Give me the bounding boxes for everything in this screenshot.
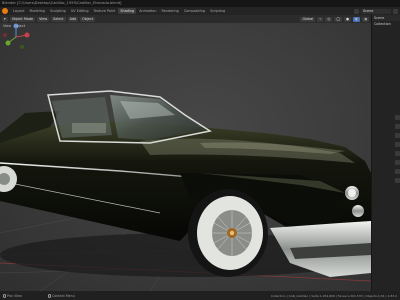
scene-statistics: Collection | CAR_Cadillac | Verts:1,254,… — [270, 293, 397, 298]
scene-controls: Scene — [354, 8, 398, 14]
tab-uv-editing[interactable]: UV Editing — [69, 8, 91, 14]
scene-props-icon[interactable] — [395, 142, 400, 147]
tab-shading[interactable]: Shading — [118, 8, 137, 14]
viewport-subheader: View Object — [0, 23, 40, 29]
editor-type-icon[interactable]: ▾ — [2, 16, 8, 22]
menu-object[interactable]: Object — [80, 16, 96, 22]
tab-layout[interactable]: Layout — [11, 8, 27, 14]
window-title: Blender [C:\Users\Desktop\Cadillac_1959\… — [0, 0, 400, 7]
overlays-icon[interactable]: ◎ — [325, 16, 333, 22]
status-hint-pan: Pan View — [7, 293, 22, 298]
headlight-inner — [348, 189, 356, 197]
wireframe-shading-icon[interactable]: ◯ — [334, 16, 343, 22]
sub-object[interactable]: Object — [14, 23, 25, 29]
tab-rendering[interactable]: Rendering — [159, 8, 180, 14]
tab-sculpting[interactable]: Sculpting — [48, 8, 68, 14]
headlight-lower — [352, 205, 364, 217]
menu-select[interactable]: Select — [51, 16, 66, 22]
tab-compositing[interactable]: Compositing — [182, 8, 207, 14]
car-render — [0, 90, 371, 291]
outliner-panel: Scene Collection — [371, 15, 400, 291]
snap-icon[interactable]: ⌁ — [317, 16, 324, 22]
material-preview-icon[interactable]: ◐ — [353, 16, 361, 22]
output-props-icon[interactable] — [395, 133, 400, 138]
menu-add[interactable]: Add — [67, 16, 79, 22]
view-layer-icon[interactable] — [393, 8, 398, 14]
3d-viewport[interactable] — [0, 23, 371, 291]
status-bar: Pan View Context Menu Collection | CAR_C… — [0, 291, 400, 300]
mouse-right-icon — [47, 293, 51, 298]
blender-logo-icon[interactable] — [2, 8, 8, 14]
menu-view[interactable]: View — [37, 16, 50, 22]
object-props-icon[interactable] — [395, 160, 400, 165]
outliner-title: Scene Collection — [372, 15, 400, 26]
seat — [72, 123, 106, 133]
tab-animation[interactable]: Animation — [137, 8, 158, 14]
status-hint-context: Context Menu — [51, 293, 75, 298]
tab-modeling[interactable]: Modeling — [28, 8, 47, 14]
tool-props-icon[interactable] — [395, 115, 400, 120]
solid-shading-icon[interactable]: ● — [344, 16, 352, 22]
workspace-bar: Layout Modeling Sculpting UV Editing Tex… — [0, 7, 400, 15]
render-props-icon[interactable] — [395, 124, 400, 129]
tab-texture-paint[interactable]: Texture Paint — [92, 8, 118, 14]
scene-icon[interactable] — [354, 8, 359, 14]
mouse-left-icon — [3, 293, 6, 298]
transform-orientation[interactable]: Global — [300, 16, 316, 22]
scene-selector[interactable]: Scene — [361, 8, 391, 14]
material-props-icon[interactable] — [395, 178, 400, 183]
world-props-icon[interactable] — [395, 151, 400, 156]
modifier-props-icon[interactable] — [395, 169, 400, 174]
properties-tabs — [395, 115, 400, 187]
hub-center — [229, 230, 235, 236]
object-mode-dropdown[interactable]: Object Mode — [9, 16, 36, 22]
tab-scripting[interactable]: Scripting — [208, 8, 227, 14]
viewport-header: ▾ Object Mode View Select Add Object Glo… — [0, 15, 371, 23]
rendered-shading-icon[interactable]: ◑ — [362, 16, 369, 22]
sub-view[interactable]: View — [3, 23, 11, 29]
